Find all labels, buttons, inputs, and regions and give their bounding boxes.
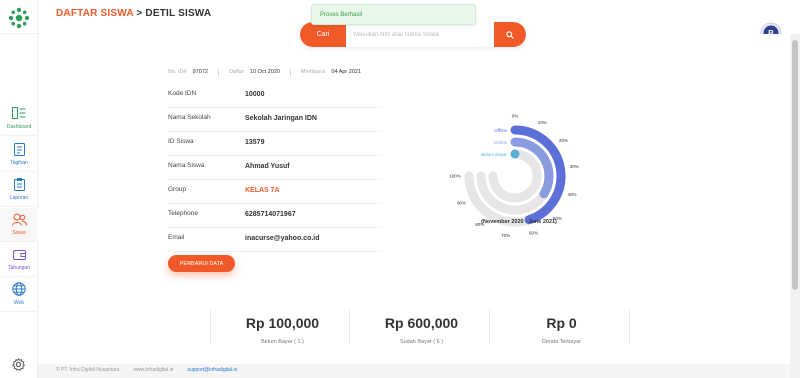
- chart-tick-label: 100%: [449, 174, 461, 179]
- globe-icon: [11, 281, 27, 297]
- detail-key: Nama Sekolah: [168, 114, 211, 121]
- chart-tick-label: 90%: [457, 201, 466, 206]
- chart-tick-label: 70%: [501, 233, 510, 238]
- id-label: No. ID#: [168, 69, 187, 75]
- sidebar-item-laporan[interactable]: Laporan: [0, 173, 38, 207]
- detail-value-link[interactable]: KELAS 7A: [245, 187, 280, 194]
- detail-value: 6285714071967: [245, 211, 296, 218]
- detail-value: Sekolah Jaringan IDN: [245, 115, 317, 122]
- chart-tick-label: 10%: [538, 120, 547, 125]
- divider: [349, 310, 350, 344]
- divider: [289, 69, 291, 77]
- breadcrumb: DAFTAR SISWA > DETIL SISWA: [56, 8, 211, 19]
- detail-key: Telephone: [168, 210, 198, 217]
- detail-value: inacurse@yahoo.co.id: [245, 235, 320, 242]
- logo-area: [0, 0, 38, 34]
- detail-row-group: Group KELAS 7A: [168, 180, 383, 204]
- chart-tick-label: 60%: [529, 231, 538, 236]
- summary-paid: Rp 600,000 Sudah Bayar ( 6 ): [352, 311, 491, 361]
- breadcrumb-current: DETIL SISWA: [145, 8, 212, 19]
- detail-key: Group: [168, 186, 187, 193]
- sidebar-item-siswa[interactable]: Siswa: [0, 208, 38, 242]
- detail-row-kode-idn: Kode IDN 10000: [168, 84, 383, 108]
- detail-value: 10000: [245, 91, 265, 98]
- bill-icon: [11, 141, 27, 157]
- chart-caption: (November 2020 - June 2021): [481, 219, 557, 225]
- student-detail-card: No. ID# 97072 Daftar 10 Oct 2020 Membaru…: [38, 34, 792, 364]
- success-toast: Proses Berhasil: [311, 4, 476, 25]
- payment-radial-chart: OfflineOnlineBelum Bayar0%10%20%30%40%50…: [449, 114, 579, 238]
- sidebar-item-label: Laporan: [9, 195, 29, 201]
- sidebar-item-label: Siswa: [12, 230, 26, 236]
- summary-label: Denda Terbayar: [541, 339, 582, 345]
- updated-value: 04 Apr 2021: [331, 69, 362, 75]
- gear-icon[interactable]: [12, 358, 25, 371]
- chart-series-label: Belum Bayar: [481, 152, 507, 157]
- divider: [489, 310, 490, 344]
- chart-tick-label: 40%: [568, 192, 577, 197]
- detail-value: Ahmad Yusuf: [245, 163, 290, 170]
- chart-tick-label: 20%: [559, 138, 568, 143]
- chart-tick-label: 30%: [570, 164, 579, 169]
- wallet-icon: [11, 246, 27, 262]
- search-bar: Cari: [300, 22, 526, 47]
- summary-fine: Rp 0 Denda Terbayar: [492, 311, 631, 361]
- scrollbar-thumb[interactable]: [792, 40, 798, 290]
- scrollbar[interactable]: [790, 34, 800, 378]
- detail-row-nama-sekolah: Nama Sekolah Sekolah Jaringan IDN: [168, 108, 383, 132]
- detail-row-nama-siswa: Nama Siswa Ahmad Yusuf: [168, 156, 383, 180]
- student-meta: No. ID# 97072 Daftar 10 Oct 2020 Membaru…: [168, 69, 361, 77]
- detail-key: Kode IDN: [168, 90, 197, 97]
- chart-bar-belum-bayar: [510, 149, 520, 159]
- summary-label: Sudah Bayar ( 6 ): [399, 339, 444, 345]
- logo-icon: [8, 7, 30, 29]
- updated-label: Membarui: [300, 69, 326, 75]
- chart-tick-label: 0%: [512, 114, 519, 119]
- sidebar-item-web[interactable]: Web: [0, 278, 38, 312]
- footer: © PT. Infra Digital Nusantara www.infrad…: [56, 367, 237, 373]
- id-value: 97072: [192, 69, 208, 75]
- detail-value: 13579: [245, 139, 265, 146]
- summary-amount: Rp 0: [546, 315, 577, 331]
- search-button[interactable]: Cari: [300, 22, 346, 47]
- search-submit-button[interactable]: [494, 22, 526, 47]
- summary-amount: Rp 600,000: [384, 315, 459, 331]
- dashboard-icon: [11, 105, 27, 121]
- sidebar-item-label: Tabungan: [8, 265, 30, 271]
- sidebar-item-label: Tagihan: [10, 160, 28, 166]
- chart-track: [488, 149, 542, 203]
- registered-value: 10 Oct 2020: [249, 69, 280, 75]
- footer-copyright: © PT. Infra Digital Nusantara: [56, 367, 120, 373]
- divider: [629, 310, 630, 344]
- detail-row-telephone: Telephone 6285714071967: [168, 204, 383, 228]
- divider: [210, 310, 211, 344]
- sidebar: Dashboard Tagihan Laporan Siswa Tabungan…: [0, 0, 38, 378]
- search-icon: [506, 30, 514, 39]
- update-data-button[interactable]: PERBARUI DATA: [168, 255, 235, 272]
- summary-unpaid: Rp 100,000 Belum Bayar ( 1 ): [213, 311, 352, 361]
- registered-label: Daftar: [228, 69, 244, 75]
- search-input[interactable]: [346, 22, 494, 47]
- footer-website[interactable]: www.infradigital.io: [133, 367, 173, 373]
- report-icon: [11, 176, 27, 192]
- sidebar-item-label: Web: [13, 300, 25, 306]
- summary-amount: Rp 100,000: [245, 315, 320, 331]
- footer-email[interactable]: support@infradigital.io: [187, 367, 237, 373]
- summary-label: Belum Bayar ( 1 ): [261, 339, 304, 345]
- sidebar-item-tagihan[interactable]: Tagihan: [0, 138, 38, 172]
- breadcrumb-separator: >: [133, 8, 146, 19]
- detail-key: ID Siswa: [168, 138, 194, 145]
- detail-row-id-siswa: ID Siswa 13579: [168, 132, 383, 156]
- sidebar-item-dashboard[interactable]: Dashboard: [0, 102, 38, 136]
- sidebar-item-label: Dashboard: [6, 124, 32, 130]
- detail-key: Email: [168, 234, 185, 241]
- sidebar-item-tabungan[interactable]: Tabungan: [0, 243, 38, 277]
- chart-series-label: Online: [494, 140, 508, 145]
- divider: [217, 69, 219, 77]
- chart-series-label: Offline: [494, 128, 507, 133]
- detail-row-email: Email inacurse@yahoo.co.id: [168, 228, 383, 252]
- detail-key: Nama Siswa: [168, 162, 205, 169]
- students-icon: [11, 211, 27, 227]
- breadcrumb-link-daftar-siswa[interactable]: DAFTAR SISWA: [56, 8, 133, 19]
